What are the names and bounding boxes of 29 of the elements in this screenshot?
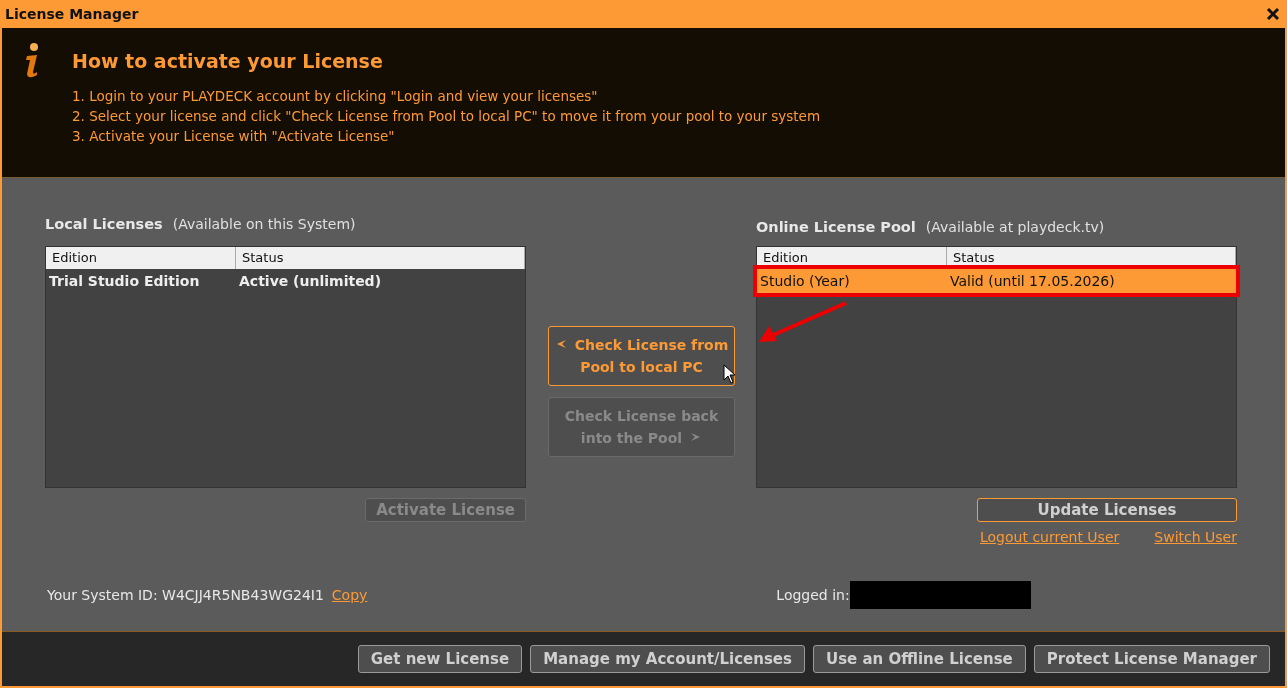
table-cell-text: Active (unlimited) xyxy=(238,273,383,289)
section-title: Online License Pool xyxy=(756,219,916,235)
system-id-text: Your System ID: W4CJJ4R5NB43WG24I1 xyxy=(47,587,324,603)
footer-button[interactable]: Get new License xyxy=(357,645,523,673)
column-header[interactable]: Edition xyxy=(46,247,236,269)
footer-button[interactable]: Protect License Manager xyxy=(1033,645,1270,673)
copy-link[interactable]: Copy xyxy=(331,587,368,603)
info-title: How to activate your License xyxy=(72,50,384,72)
section-title: Local Licenses xyxy=(45,216,163,232)
instruction-step: 1. Login to your PLAYDECK account by clicking "Login and view your licenses" xyxy=(72,86,821,106)
table-cell-text: Trial Studio Edition xyxy=(48,273,201,289)
section-subtitle: (Available at playdeck.tv) xyxy=(925,219,1105,235)
instruction-step: 3. Activate your License with "Activate License" xyxy=(72,126,821,146)
instruction-step: 2. Select your license and click "Check License from Pool to local PC" to move it from your pool to your system xyxy=(72,106,821,126)
table-cell-text: Valid (until 17.05.2026) xyxy=(949,273,1116,289)
account-link[interactable]: Logout current User xyxy=(980,529,1120,545)
logged-in-label: Logged in: xyxy=(776,587,850,603)
table-cell-text: Studio (Year) xyxy=(759,273,851,289)
update-button[interactable]: Update Licenses xyxy=(977,498,1237,522)
footer-button[interactable]: Use an Offline License xyxy=(812,645,1026,673)
close-button[interactable] xyxy=(1265,6,1281,22)
transfer-button[interactable]: Check License from Pool to local PC xyxy=(548,326,735,386)
column-header[interactable]: Status xyxy=(236,247,525,269)
account-link[interactable]: Switch User xyxy=(1154,529,1237,545)
window-title: License Manager xyxy=(5,6,139,22)
footer-button[interactable]: Manage my Account/Licenses xyxy=(530,645,805,673)
section-subtitle: (Available on this System) xyxy=(172,216,356,232)
mouse-cursor-icon xyxy=(723,364,737,384)
license-row[interactable]: Trial Studio Edition Active (unlimited) xyxy=(46,269,525,293)
